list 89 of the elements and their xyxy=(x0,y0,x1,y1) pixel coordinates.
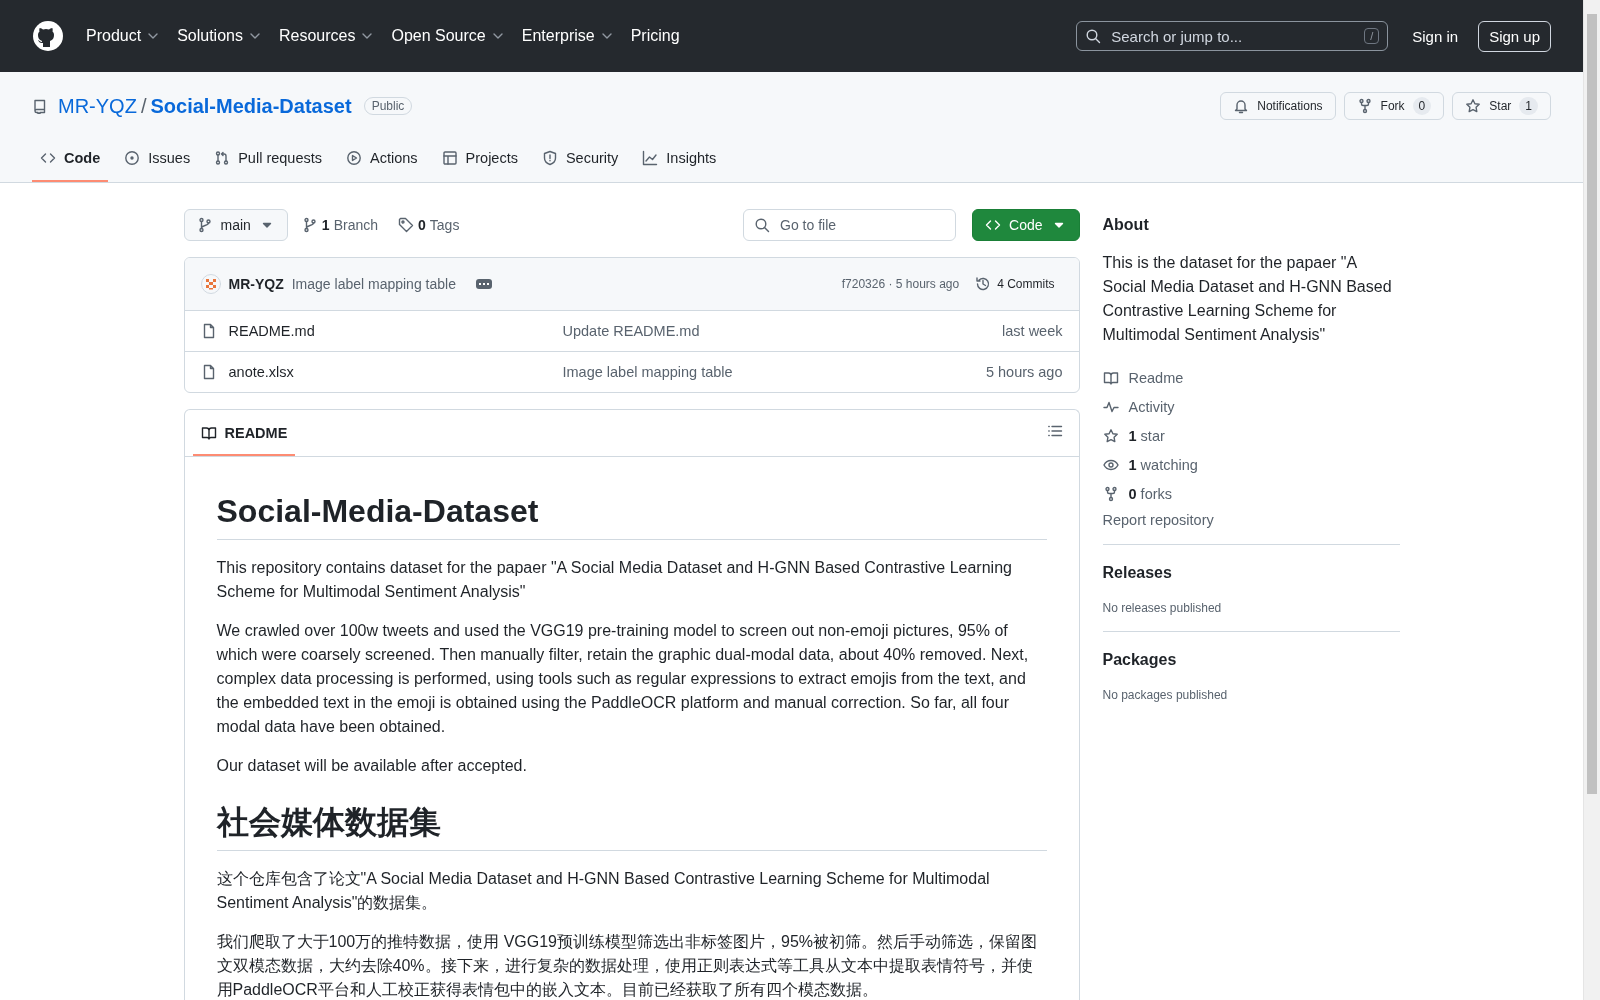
star-icon xyxy=(1102,427,1119,444)
notifications-button[interactable]: Notifications xyxy=(1220,92,1336,120)
repo-tab[interactable]: Pull requests xyxy=(206,142,330,182)
code-button[interactable]: Code xyxy=(972,209,1080,241)
bell-icon xyxy=(1233,98,1250,114)
path-separator: / xyxy=(140,94,147,118)
readme-paragraph: Our dataset will be available after accepted. xyxy=(216,756,528,776)
sidebar-link[interactable]: 1 star xyxy=(1102,421,1400,450)
nav-menu-item[interactable]: Enterprise xyxy=(513,19,623,53)
owner-link[interactable]: MR-YQZ xyxy=(58,94,137,118)
scrollbar-thumb[interactable] xyxy=(1587,14,1597,794)
shortcut-key: / xyxy=(1364,28,1380,44)
report-link[interactable]: Report repository xyxy=(1102,512,1400,528)
sidebar-link[interactable]: Readme xyxy=(1102,363,1400,392)
shield-icon xyxy=(541,150,558,166)
nav-menu-item[interactable]: Open Source xyxy=(383,19,514,53)
empty-releases-text: No releases published xyxy=(1102,601,1223,615)
graph-icon xyxy=(642,150,659,166)
nav-menu-item[interactable]: Resources xyxy=(270,19,384,53)
sign-in-link[interactable]: Sign in xyxy=(1404,21,1467,51)
repo-icon xyxy=(32,98,48,114)
sidebar-link[interactable]: 0 forks xyxy=(1102,479,1400,508)
code-icon xyxy=(985,217,1002,233)
repo-tab[interactable]: Security xyxy=(533,142,627,182)
sign-up-button[interactable]: Sign up xyxy=(1478,20,1551,52)
readme-paragraph: We crawled over 100w tweets and used the VGG19 pre-training model to screen out non-emoji pictures, 95% of which were coarsely screened. Then manually filter, retain the graphic dual-modal data, about 40% removed. Next, complex data processing is performed, using tools such as regular expressions to extract emojis from the text, and the embedded text in the emoji is obtained using the PaddleOCR platform and manual correction. So far, all four modal data have been obtained. xyxy=(216,621,1030,737)
readme-tab[interactable]: README xyxy=(192,412,296,456)
repo-tab[interactable]: Projects xyxy=(433,142,526,182)
repo-tab[interactable]: Code xyxy=(32,142,109,182)
empty-packages-text: No packages published xyxy=(1102,688,1229,702)
author-link[interactable]: MR-YQZ xyxy=(228,276,284,292)
commits-link[interactable]: 4 Commits xyxy=(967,272,1063,296)
sidebar-link[interactable]: 1 watching xyxy=(1102,450,1400,479)
nav-menu-item[interactable]: Solutions xyxy=(169,19,271,53)
pull-request-icon xyxy=(214,150,231,166)
nav-menu-item[interactable]: Pricing xyxy=(622,19,688,53)
commit-message-link[interactable]: Image label mapping table xyxy=(291,276,456,292)
file-name-link[interactable]: anote.xlsx xyxy=(228,364,559,380)
fork-icon xyxy=(1102,485,1119,502)
about-heading: About xyxy=(1102,215,1150,235)
commit-message-link[interactable]: Update README.md xyxy=(562,323,999,339)
readme-heading: 社会媒体数据集 xyxy=(216,802,1047,851)
avatar-icon xyxy=(200,274,221,294)
repo-description: This is the dataset for the papaer "A Social Media Dataset and H-GNN Based Contrastive Learning Scheme for Multimodal Sentiment Analysis" xyxy=(1102,253,1393,345)
sidebar-link[interactable]: Activity xyxy=(1102,392,1400,421)
file-name-link[interactable]: README.md xyxy=(228,323,559,339)
fork-button[interactable]: Fork 0 xyxy=(1343,92,1445,120)
readme-paragraph: 这个仓库包含了论文"A Social Media Dataset and H-GNN Based Contrastive Learning Scheme for Multimodal Sentiment Analysis"的数据集。 xyxy=(216,869,991,913)
history-icon xyxy=(975,276,992,292)
list-icon xyxy=(1046,423,1063,439)
book-icon xyxy=(1102,369,1119,386)
tags-link[interactable]: 0 Tags xyxy=(392,217,466,233)
packages-heading: Packages xyxy=(1102,650,1178,670)
search-field[interactable]: Search or jump to... / xyxy=(1076,21,1389,51)
nav-menu-item[interactable]: Product xyxy=(78,19,170,53)
table-icon xyxy=(441,150,458,166)
repo-name-link[interactable]: Social-Media-Dataset xyxy=(150,94,352,118)
go-to-file-field[interactable]: Go to file xyxy=(743,209,957,241)
search-icon xyxy=(754,217,771,233)
issue-icon xyxy=(124,150,141,166)
branch-icon xyxy=(301,217,318,233)
logo-icon xyxy=(32,20,64,52)
repo-tab[interactable]: Insights xyxy=(634,142,725,182)
repo-tab[interactable]: Actions xyxy=(338,142,426,182)
commit-time: last week xyxy=(1002,323,1063,339)
branches-link[interactable]: 1 Branch xyxy=(295,217,384,233)
tag-icon xyxy=(398,217,414,233)
star-button[interactable]: Star 1 xyxy=(1452,92,1551,120)
scrollbar[interactable] xyxy=(1583,0,1600,1000)
search-icon xyxy=(1085,28,1102,44)
branch-icon xyxy=(196,217,213,233)
star-icon xyxy=(1465,98,1482,114)
commit-message-link[interactable]: Image label mapping table xyxy=(562,364,982,380)
ellipsis-button[interactable] xyxy=(475,279,492,289)
readme-heading: Social-Media-Dataset xyxy=(216,491,1047,540)
counter: 1 xyxy=(1519,97,1538,115)
fork-icon xyxy=(1356,98,1373,114)
counter: 0 xyxy=(1412,97,1432,115)
code-icon xyxy=(40,150,56,166)
play-icon xyxy=(346,150,362,166)
book-icon xyxy=(200,424,217,441)
branch-selector[interactable]: main xyxy=(183,209,288,241)
releases-heading: Releases xyxy=(1102,563,1173,583)
readme-paragraph: This repository contains dataset for the papaer "A Social Media Dataset and H-GNN Based Contrastive Learning Scheme for Multimodal Sentiment Analysis" xyxy=(216,558,1013,602)
commit-hash-time: f720326 · 5 hours ago xyxy=(841,277,960,291)
repo-tab[interactable]: Issues xyxy=(116,142,199,182)
readme-paragraph: 我们爬取了大于100万的推特数据，使用 VGG19预训练模型筛选出非标签图片，95%被初筛。然后手动筛选，保留图文双模态数据，大约去除40%。接下来，进行复杂的数据处理，使用正则表达式等工具从文本中提取表情符号，并使用PaddleOCR平台和人工校正获得表情包中的嵌入文本。目前已经获取了所有四个模态数据。 xyxy=(216,932,1039,1000)
commit-time: 5 hours ago xyxy=(985,364,1063,380)
search-input[interactable]: Search or jump to... xyxy=(1109,26,1357,46)
